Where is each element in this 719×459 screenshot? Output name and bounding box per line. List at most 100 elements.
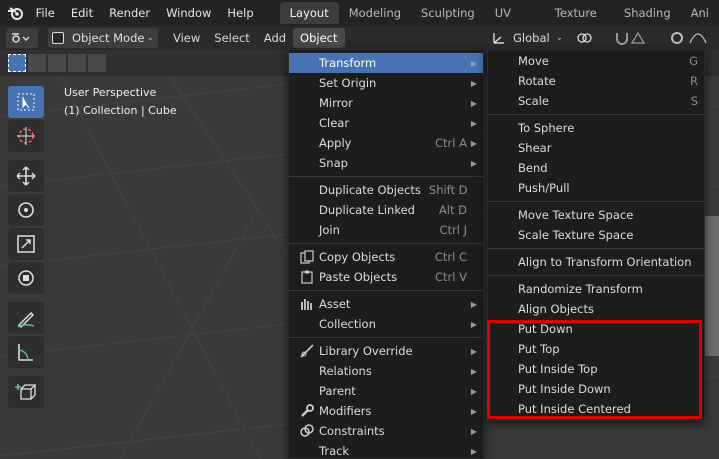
transform-put-top[interactable]: Put Top [488, 339, 704, 359]
select-invert-icon[interactable] [68, 54, 86, 72]
object-menu-set-origin[interactable]: Set Origin ▶ [289, 73, 483, 93]
select-tool[interactable] [8, 86, 44, 118]
object-menu-duplicate-objects[interactable]: Duplicate Objects Shift D [289, 180, 483, 200]
transform-put-down[interactable]: Put Down [488, 319, 704, 339]
object-menu-collection[interactable]: Collection ▶ [289, 314, 483, 334]
submenu-arrow-icon: ▶ [470, 138, 477, 148]
select-extend-icon[interactable] [28, 54, 46, 72]
asset-icon [297, 297, 317, 311]
transform-submenu: Move G Rotate R Scale S To Sphere Shear Ben… [487, 49, 705, 421]
object-menu-asset[interactable]: Asset ▶ [289, 294, 483, 314]
menu-help[interactable]: Help [219, 0, 261, 26]
menu-separator [289, 243, 483, 244]
select-intersect-icon[interactable] [88, 54, 106, 72]
header-menu-object[interactable]: Object [293, 28, 345, 48]
transform-put-inside-centered[interactable]: Put Inside Centered [488, 399, 704, 419]
tool-shelf [8, 86, 44, 410]
transform-align-to-orientation[interactable]: Align to Transform Orientation [488, 252, 704, 272]
blender-logo-icon[interactable] [4, 0, 28, 26]
proportional-edit-toggle[interactable] [660, 28, 718, 48]
transform-align-objects[interactable]: Align Objects [488, 299, 704, 319]
object-menu-relations[interactable]: Relations ▶ [289, 361, 483, 381]
rotate-tool[interactable] [8, 194, 44, 226]
transform-push-pull[interactable]: Push/Pull [488, 178, 704, 198]
select-box-icon[interactable] [8, 54, 26, 72]
object-menu-clear[interactable]: Clear ▶ [289, 113, 483, 133]
submenu-arrow-icon: ▶ [470, 319, 477, 329]
menu-separator [488, 248, 704, 249]
snap-toggle[interactable] [606, 28, 654, 48]
header-menu-view[interactable]: View [166, 28, 207, 48]
object-menu-transform[interactable]: Transform ▶ [289, 53, 483, 73]
transform-put-inside-down[interactable]: Put Inside Down [488, 379, 704, 399]
object-menu-parent[interactable]: Parent ▶ [289, 381, 483, 401]
transform-to-sphere[interactable]: To Sphere [488, 118, 704, 138]
measure-tool[interactable] [8, 336, 44, 368]
submenu-arrow-icon: ▶ [470, 58, 477, 68]
object-menu-duplicate-linked[interactable]: Duplicate Linked Alt D [289, 200, 483, 220]
object-menu-constraints[interactable]: Constraints ▶ [289, 421, 483, 441]
submenu-arrow-icon: ▶ [470, 299, 477, 309]
object-menu-track[interactable]: Track ▶ [289, 441, 483, 459]
transform-bend[interactable]: Bend [488, 158, 704, 178]
submenu-arrow-icon: ▶ [470, 118, 477, 128]
object-menu-copy-objects[interactable]: Copy Objects Ctrl C [289, 247, 483, 267]
transform-scale-texture-space[interactable]: Scale Texture Space [488, 225, 704, 245]
tab-modeling[interactable]: Modeling [339, 2, 411, 24]
wrench-icon [297, 404, 317, 418]
transform-randomize[interactable]: Randomize Transform [488, 279, 704, 299]
transform-shear[interactable]: Shear [488, 138, 704, 158]
tab-sculpting[interactable]: Sculpting [411, 2, 485, 24]
menu-file[interactable]: File [28, 0, 63, 26]
transform-tool[interactable] [8, 262, 44, 294]
scale-tool[interactable] [8, 228, 44, 260]
menu-window[interactable]: Window [158, 0, 219, 26]
header-menu-select[interactable]: Select [207, 28, 256, 48]
menu-edit[interactable]: Edit [63, 0, 101, 26]
falloff-icon [689, 33, 707, 44]
object-menu-apply[interactable]: Apply Ctrl A ▶ [289, 133, 483, 153]
tab-animation[interactable]: Ani [681, 2, 719, 24]
object-menu-join[interactable]: Join Ctrl J [289, 220, 483, 240]
annotate-tool[interactable] [8, 302, 44, 334]
transform-orientation-dropdown[interactable]: Global ⌄ [487, 28, 568, 48]
ruler-icon [18, 344, 33, 361]
add-cube-tool[interactable] [8, 376, 44, 408]
menu-separator [488, 201, 704, 202]
orientation-label: Global [513, 31, 550, 45]
paste-icon [297, 270, 317, 284]
object-menu-mirror[interactable]: Mirror ▶ [289, 93, 483, 113]
tab-layout[interactable]: Layout [279, 2, 339, 24]
transform-scale[interactable]: Scale S [488, 91, 704, 111]
library-override-icon [297, 344, 317, 358]
object-menu-paste-objects[interactable]: Paste Objects Ctrl V [289, 267, 483, 287]
select-mode-buttons[interactable] [8, 54, 106, 72]
cursor-select-icon [17, 93, 35, 111]
object-menu-snap[interactable]: Snap ▶ [289, 153, 483, 173]
transform-rotate[interactable]: Rotate R [488, 71, 704, 91]
menu-render[interactable]: Render [101, 0, 158, 26]
magnet-icon [616, 33, 628, 45]
transform-move[interactable]: Move G [488, 51, 704, 71]
menu-separator [289, 337, 483, 338]
menu-separator [289, 290, 483, 291]
submenu-arrow-icon: ▶ [470, 98, 477, 108]
move-tool[interactable] [8, 160, 44, 192]
transform-move-texture-space[interactable]: Move Texture Space [488, 205, 704, 225]
object-menu-modifiers[interactable]: Modifiers ▶ [289, 401, 483, 421]
copy-icon [297, 250, 317, 264]
editor-type-button[interactable] [6, 28, 38, 48]
header-menu-add[interactable]: Add [257, 28, 293, 48]
cursor-tool[interactable] [8, 120, 44, 152]
transform-put-inside-top[interactable]: Put Inside Top [488, 359, 704, 379]
select-subtract-icon[interactable] [48, 54, 66, 72]
submenu-arrow-icon: ▶ [470, 366, 477, 376]
pivot-dropdown[interactable] [570, 28, 600, 48]
mode-dropdown[interactable]: Object Mode ⌄ [48, 28, 158, 48]
object-menu: Transform ▶ Set Origin ▶ Mirror ▶ Clear ▶ Ap… [288, 49, 484, 459]
tab-shading[interactable]: Shading [614, 2, 681, 24]
tab-texture-paint[interactable]: Texture Paint [545, 2, 614, 42]
object-menu-library-override[interactable]: Library Override ▶ [289, 341, 483, 361]
tab-uv-editing[interactable]: UV Editing [485, 2, 545, 42]
menu-separator [289, 176, 483, 177]
